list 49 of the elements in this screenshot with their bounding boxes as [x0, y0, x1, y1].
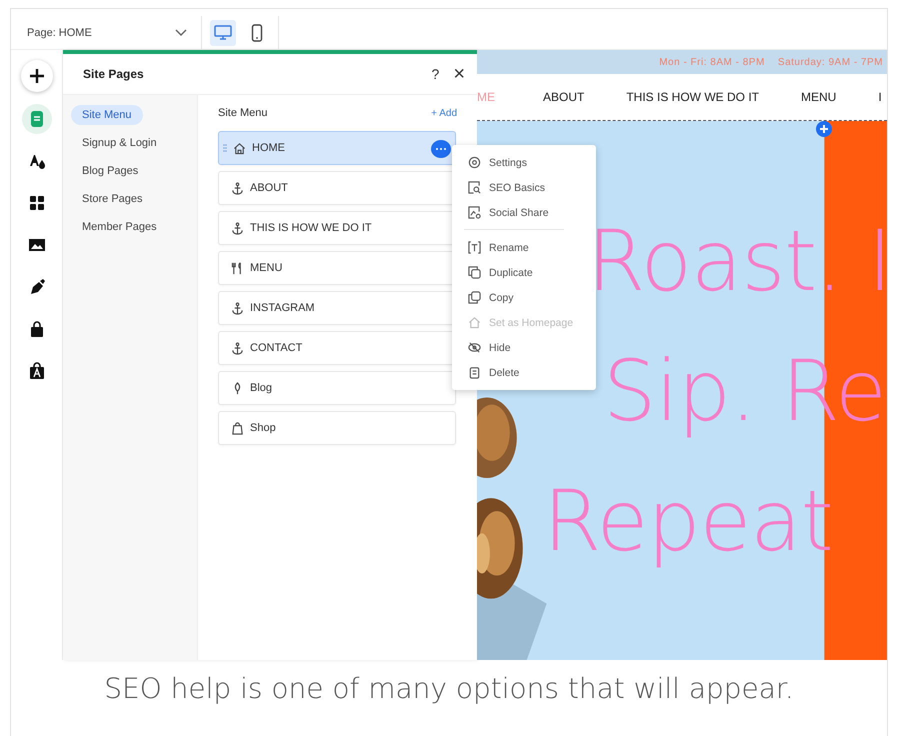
plus-icon	[28, 67, 46, 85]
more-actions-icon[interactable]	[431, 140, 451, 158]
help-button[interactable]: ?	[432, 66, 440, 82]
nav-link[interactable]: THIS IS HOW WE DO IT	[626, 90, 760, 104]
page-search-icon	[468, 181, 481, 194]
settings-icon	[468, 156, 481, 169]
home-icon	[468, 316, 481, 329]
grid-icon	[28, 194, 46, 212]
desktop-icon	[214, 24, 232, 40]
nav-link[interactable]: I	[878, 90, 882, 104]
add-page-link[interactable]: + Add	[431, 108, 457, 118]
nav-link[interactable]: ABOUT	[543, 90, 584, 104]
anchor-icon	[231, 342, 244, 354]
anchor-icon	[231, 182, 244, 194]
page-item[interactable]: Shop	[218, 411, 456, 445]
chevron-icon	[175, 28, 187, 36]
page-category[interactable]: Site Menu	[71, 105, 143, 125]
mobile-icon	[251, 24, 263, 42]
image-icon	[28, 236, 46, 254]
desktop-view-button[interactable]	[210, 20, 236, 46]
home-icon	[233, 142, 246, 154]
image-share-icon	[468, 206, 481, 219]
page-category[interactable]: Signup & Login	[71, 133, 168, 153]
text-drop-icon	[28, 152, 46, 170]
bag-icon	[231, 422, 244, 434]
add-section-icon[interactable]	[816, 121, 832, 137]
copy-icon	[468, 291, 481, 304]
bag-icon	[28, 362, 46, 380]
page-dropdown[interactable]: Page: HOME	[27, 26, 193, 38]
text-icon	[468, 241, 481, 254]
anchor-icon	[231, 222, 244, 234]
page-item[interactable]: Blog	[218, 371, 456, 405]
opening-hours: Mon - Fri: 8AM - 8PM Saturday: 9AM - 7PM	[659, 56, 883, 68]
page-item[interactable]: HOME	[218, 131, 456, 165]
page-category[interactable]: Store Pages	[71, 189, 154, 209]
drag-handle-icon[interactable]	[223, 144, 227, 152]
add-tool-button[interactable]	[20, 60, 52, 92]
page-category[interactable]: Member Pages	[71, 217, 168, 237]
panel-title: Site Pages	[83, 67, 145, 81]
duplicate-icon	[468, 266, 481, 279]
list-title: Site Menu	[218, 107, 268, 119]
nav-link[interactable]: MENU	[801, 90, 836, 104]
close-button[interactable]: ×	[453, 62, 465, 86]
anchor-icon	[231, 302, 244, 314]
fork-knife-icon	[231, 262, 244, 274]
pages-tool-button[interactable]	[22, 104, 52, 134]
caption: SEO help is one of many options that will appear.	[103, 672, 795, 705]
page-category[interactable]: Blog Pages	[71, 161, 150, 181]
eye-off-icon	[468, 341, 481, 354]
